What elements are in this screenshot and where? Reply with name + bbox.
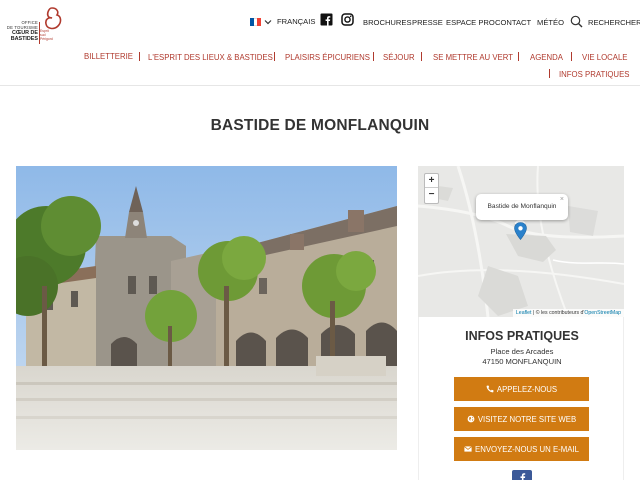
website-button[interactable]: VISITEZ NOTRE SITE WEB xyxy=(454,407,589,431)
france-flag-icon xyxy=(250,17,262,26)
contact-link[interactable]: CONTACT xyxy=(495,18,531,27)
map-zoom-out-button[interactable]: − xyxy=(425,188,438,202)
attribution-text: | © les contributeurs d' xyxy=(531,310,585,316)
logo-tagline-line3: Périgord xyxy=(40,36,53,41)
leaflet-link[interactable]: Leaflet xyxy=(516,310,532,316)
instagram-icon[interactable] xyxy=(341,13,354,26)
globe-icon xyxy=(467,415,475,423)
nav-separator xyxy=(549,69,550,78)
envelope-icon xyxy=(464,446,472,452)
location-map[interactable]: + − × Bastide de Monflanquin Leaflet | ©… xyxy=(418,166,624,317)
email-button-label: ENVOYEZ-NOUS UN E-MAIL xyxy=(475,444,579,454)
nav-separator xyxy=(373,52,374,61)
map-popup-close-button[interactable]: × xyxy=(560,187,564,213)
nav-item-se-mettre-au-vert[interactable]: SE METTRE AU VERT xyxy=(433,53,513,62)
email-button[interactable]: ENVOYEZ-NOUS UN E-MAIL xyxy=(454,437,589,461)
nav-separator xyxy=(274,52,275,61)
logo-tagline: Esprit sud Périgord xyxy=(40,29,64,41)
presse-link[interactable]: PRESSE xyxy=(412,18,443,27)
nav-separator xyxy=(421,52,422,61)
map-zoom-control: + − xyxy=(424,173,439,204)
nav-item-plaisirs-epicuriens[interactable]: PLAISIRS ÉPICURIENS xyxy=(285,53,370,62)
language-selector[interactable]: FRANÇAIS xyxy=(250,17,315,26)
call-button[interactable]: APPELEZ-NOUS xyxy=(454,377,589,401)
call-button-label: APPELEZ-NOUS xyxy=(496,384,558,394)
language-label: FRANÇAIS xyxy=(277,17,316,26)
search-icon[interactable] xyxy=(570,15,583,28)
openstreetmap-link[interactable]: OpenStreetMap xyxy=(584,310,621,316)
bastide-photo xyxy=(16,166,397,450)
nav-item-esprit-des-lieux[interactable]: L'ESPRIT DES LIEUX & BASTIDES xyxy=(148,53,273,62)
facebook-icon xyxy=(520,473,526,480)
nav-item-agenda[interactable]: AGENDA xyxy=(530,53,563,62)
nav-item-vie-locale[interactable]: VIE LOCALE xyxy=(582,53,628,62)
site-logo[interactable]: OFFICE DE TOURISME CŒUR DE BASTIDES Espr… xyxy=(4,4,62,44)
page-title: BASTIDE DE MONFLANQUIN xyxy=(210,117,430,134)
search-link[interactable]: RECHERCHER xyxy=(588,18,640,27)
map-zoom-in-button[interactable]: + xyxy=(425,174,438,188)
site-header: OFFICE DE TOURISME CŒUR DE BASTIDES Espr… xyxy=(0,0,640,86)
map-popup-label: Bastide de Monflanquin xyxy=(487,203,557,210)
nav-separator xyxy=(139,52,140,61)
map-pin-icon[interactable] xyxy=(514,222,527,240)
infos-title: INFOS PRATIQUES xyxy=(465,329,579,343)
facebook-icon[interactable] xyxy=(320,13,333,26)
logo-brand-line2: BASTIDES xyxy=(10,35,38,42)
nav-separator xyxy=(518,52,519,61)
brochures-link[interactable]: BROCHURES xyxy=(363,18,412,27)
infos-pratiques-panel: INFOS PRATIQUES Place des Arcades 47150 … xyxy=(418,317,624,480)
logo-office-text: OFFICE DE TOURISME xyxy=(4,20,38,30)
nav-item-infos-pratiques[interactable]: INFOS PRATIQUES xyxy=(559,70,629,79)
facebook-share-icon[interactable] xyxy=(512,470,532,480)
nav-item-sejour[interactable]: SÉJOUR xyxy=(383,53,415,62)
chevron-down-icon xyxy=(264,19,272,24)
map-popup: × Bastide de Monflanquin xyxy=(476,194,568,220)
main-nav: BILLETTERIE L'ESPRIT DES LIEUX & BASTIDE… xyxy=(0,49,640,83)
nav-item-billetterie[interactable]: BILLETTERIE xyxy=(84,52,133,61)
espace-pro-link[interactable]: ESPACE PRO xyxy=(446,18,495,27)
logo-brand-text: CŒUR DE BASTIDES xyxy=(4,30,38,42)
nav-separator xyxy=(571,52,572,61)
website-button-label: VISITEZ NOTRE SITE WEB xyxy=(477,414,577,424)
map-attribution: Leaflet | © les contributeurs d'OpenStre… xyxy=(512,309,624,317)
address-line1: Place des Arcades xyxy=(490,347,554,356)
address-line2: 47150 MONFLANQUIN xyxy=(482,357,562,366)
meteo-link[interactable]: MÉTÉO xyxy=(537,18,564,27)
phone-icon xyxy=(486,385,494,393)
